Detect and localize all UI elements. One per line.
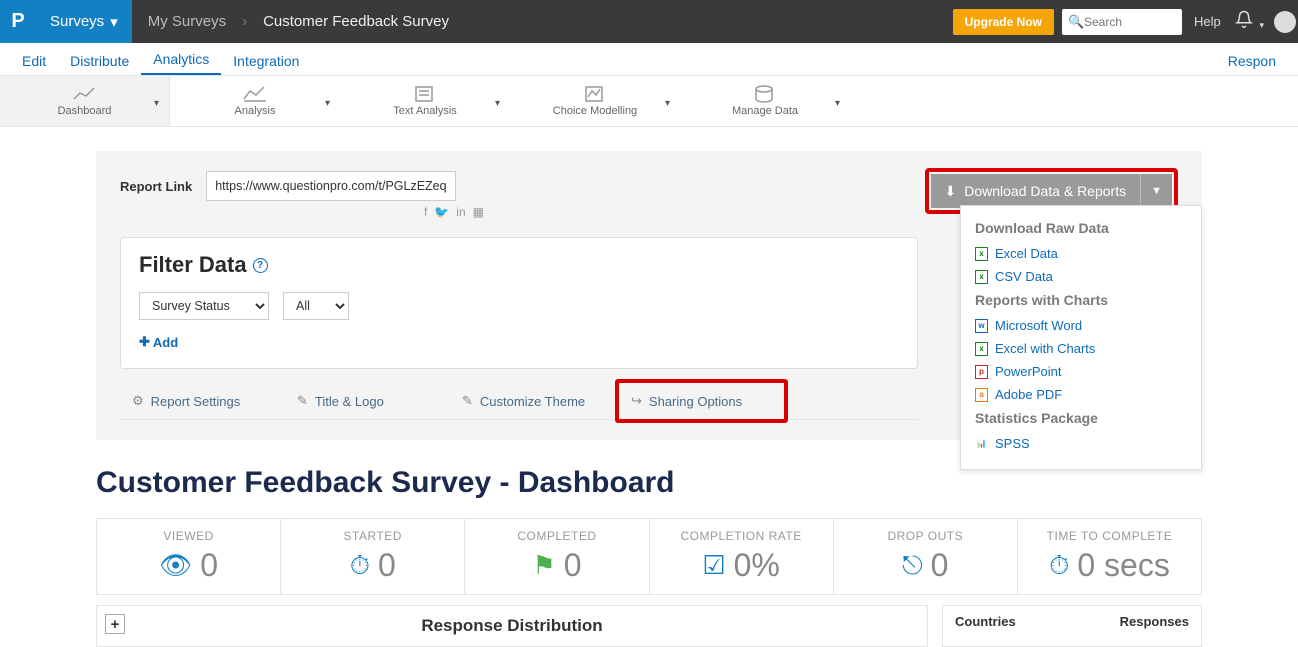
file-icon: a: [975, 388, 988, 402]
filter-title: Filter Data ?: [139, 252, 899, 278]
eye-icon: 👁: [159, 550, 192, 581]
filter-data-panel: Filter Data ? Survey Status All ✚ Add: [120, 237, 918, 369]
file-icon: w: [975, 319, 988, 333]
search-icon: 🔍: [1068, 14, 1084, 30]
download-icon: ⬇: [945, 183, 957, 200]
plus-icon: ✚: [139, 334, 150, 350]
download-excel-data[interactable]: xExcel Data: [975, 242, 1187, 265]
tab-respon[interactable]: Respon: [1216, 49, 1288, 75]
stat-rate: COMPLETION RATE ☑0%: [650, 519, 834, 594]
stats-row: VIEWED 👁0 STARTED ⏱0 COMPLETED ⚑0 COMPLE…: [96, 518, 1202, 595]
help-link[interactable]: Help: [1194, 14, 1221, 29]
zoom-in-button[interactable]: +: [105, 614, 125, 634]
share-icon: ↪: [631, 393, 642, 409]
database-icon: [752, 85, 778, 103]
analysis-icon: [242, 85, 268, 103]
stat-completed: COMPLETED ⚑0: [465, 519, 649, 594]
tab-analytics[interactable]: Analytics: [141, 47, 221, 75]
download-word[interactable]: wMicrosoft Word: [975, 314, 1187, 337]
title-logo-tab[interactable]: ✎ Title & Logo: [285, 383, 450, 419]
caret-down-icon: ▾: [835, 98, 840, 109]
countries-panel: Countries Responses: [942, 605, 1202, 647]
flag-icon: ⚑: [532, 550, 555, 581]
download-excel-charts[interactable]: xExcel with Charts: [975, 337, 1187, 360]
clock-icon: ⏱: [1049, 550, 1069, 582]
report-tabs: ⚙ Report Settings ✎ Title & Logo ✎ Custo…: [120, 383, 918, 420]
edit-icon: ✎: [462, 393, 473, 409]
notifications-icon[interactable]: ▾: [1235, 10, 1264, 33]
download-pdf[interactable]: aAdobe PDF: [975, 383, 1187, 406]
help-icon[interactable]: ?: [253, 258, 268, 273]
breadcrumb-mysurveys[interactable]: My Surveys: [132, 13, 242, 30]
sharing-highlight: ↪ Sharing Options: [615, 379, 788, 423]
ribbon-text-analysis[interactable]: Text Analysis ▾: [340, 76, 510, 126]
report-link-input[interactable]: [206, 171, 456, 201]
ribbon-analysis[interactable]: Analysis ▾: [170, 76, 340, 126]
download-button[interactable]: ⬇ Download Data & Reports ▼: [931, 174, 1173, 208]
chart-line-icon: [72, 85, 98, 103]
file-icon: p: [975, 365, 988, 379]
tab-integration[interactable]: Integration: [221, 49, 311, 75]
download-spss[interactable]: 📊SPSS: [975, 432, 1187, 455]
ribbon-choice-modelling[interactable]: Choice Modelling ▾: [510, 76, 680, 126]
download-powerpoint[interactable]: pPowerPoint: [975, 360, 1187, 383]
dashboard-title: Customer Feedback Survey - Dashboard: [96, 466, 1202, 500]
search-wrap: 🔍: [1062, 9, 1194, 35]
stat-started: STARTED ⏱0: [281, 519, 465, 594]
stat-time: TIME TO COMPLETE ⏱0 secs: [1018, 519, 1201, 594]
download-menu: Download Raw Data xExcel Data xCSV Data …: [960, 205, 1202, 470]
twitter-icon[interactable]: 🐦: [434, 205, 449, 219]
caret-down-icon: ▾: [325, 98, 330, 109]
linkedin-icon[interactable]: in: [456, 205, 465, 219]
main-tabs: Edit Distribute Analytics Integration Re…: [0, 43, 1298, 75]
breadcrumb-current: Customer Feedback Survey: [247, 13, 465, 30]
exit-icon: ⎋: [902, 550, 923, 582]
caret-down-icon: ▾: [154, 98, 159, 109]
gear-icon: ⚙: [132, 393, 144, 409]
caret-down-icon: ▾: [665, 98, 670, 109]
stat-dropouts: DROP OUTS ⎋0: [834, 519, 1018, 594]
file-icon: x: [975, 342, 988, 356]
filter-all-select[interactable]: All: [283, 292, 349, 320]
ribbon-dashboard[interactable]: Dashboard ▾: [0, 76, 170, 126]
avatar[interactable]: [1274, 11, 1296, 33]
chart-icon: 📊: [975, 437, 988, 451]
caret-down-icon: ▾: [110, 13, 118, 31]
surveys-dropdown[interactable]: Surveys ▾: [36, 0, 132, 43]
report-link-label: Report Link: [120, 179, 192, 194]
add-filter-link[interactable]: ✚ Add: [139, 334, 178, 350]
stat-viewed: VIEWED 👁0: [97, 519, 281, 594]
qr-icon[interactable]: ▦: [473, 205, 484, 219]
download-csv-data[interactable]: xCSV Data: [975, 265, 1187, 288]
file-icon: x: [975, 247, 988, 261]
ribbon: Dashboard ▾ Analysis ▾ Text Analysis ▾ C…: [0, 75, 1298, 127]
upgrade-button[interactable]: Upgrade Now: [953, 9, 1054, 35]
ribbon-manage-data[interactable]: Manage Data ▾: [680, 76, 850, 126]
share-icons: f 🐦 in ▦: [424, 205, 484, 219]
survey-status-select[interactable]: Survey Status: [139, 292, 269, 320]
sharing-options-tab[interactable]: ↪ Sharing Options: [619, 383, 784, 419]
tab-distribute[interactable]: Distribute: [58, 49, 141, 75]
report-settings-tab[interactable]: ⚙ Report Settings: [120, 383, 285, 419]
stopwatch-icon: ⏱: [350, 550, 370, 582]
customize-theme-tab[interactable]: ✎ Customize Theme: [450, 383, 615, 419]
surveys-label: Surveys: [50, 13, 104, 30]
caret-down-icon: ▾: [1259, 20, 1264, 30]
edit-icon: ✎: [297, 393, 308, 409]
caret-down-icon: ▾: [495, 98, 500, 109]
text-analysis-icon: [412, 85, 438, 103]
app-logo[interactable]: P: [0, 0, 36, 43]
response-distribution-panel: + Response Distribution: [96, 605, 928, 647]
distribution-row: + Response Distribution Countries Respon…: [96, 605, 1202, 647]
choice-icon: [582, 85, 608, 103]
facebook-icon[interactable]: f: [424, 205, 427, 219]
file-icon: x: [975, 270, 988, 284]
tab-edit[interactable]: Edit: [10, 49, 58, 75]
checkbox-icon: ☑: [702, 550, 725, 581]
topbar: P Surveys ▾ My Surveys › Customer Feedba…: [0, 0, 1298, 43]
caret-down-icon[interactable]: ▼: [1141, 185, 1172, 197]
